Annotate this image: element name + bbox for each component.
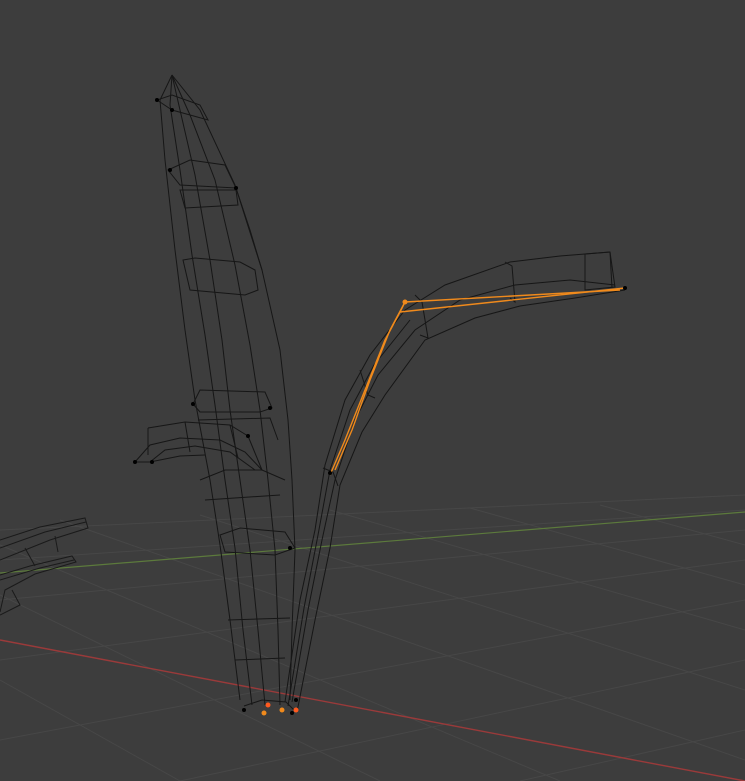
- y-axis-line: [0, 511, 745, 574]
- side-leaf-mesh: [134, 421, 263, 471]
- mesh-vertices: [133, 98, 627, 715]
- 3d-viewport[interactable]: [0, 0, 745, 781]
- selected-vertices: [261, 299, 408, 716]
- floor-grid: [0, 494, 745, 781]
- tall-leaf-mesh: [155, 74, 297, 713]
- viewport-canvas[interactable]: [0, 0, 745, 781]
- x-axis-line: [0, 639, 745, 781]
- curved-leaf-mesh: [284, 251, 626, 713]
